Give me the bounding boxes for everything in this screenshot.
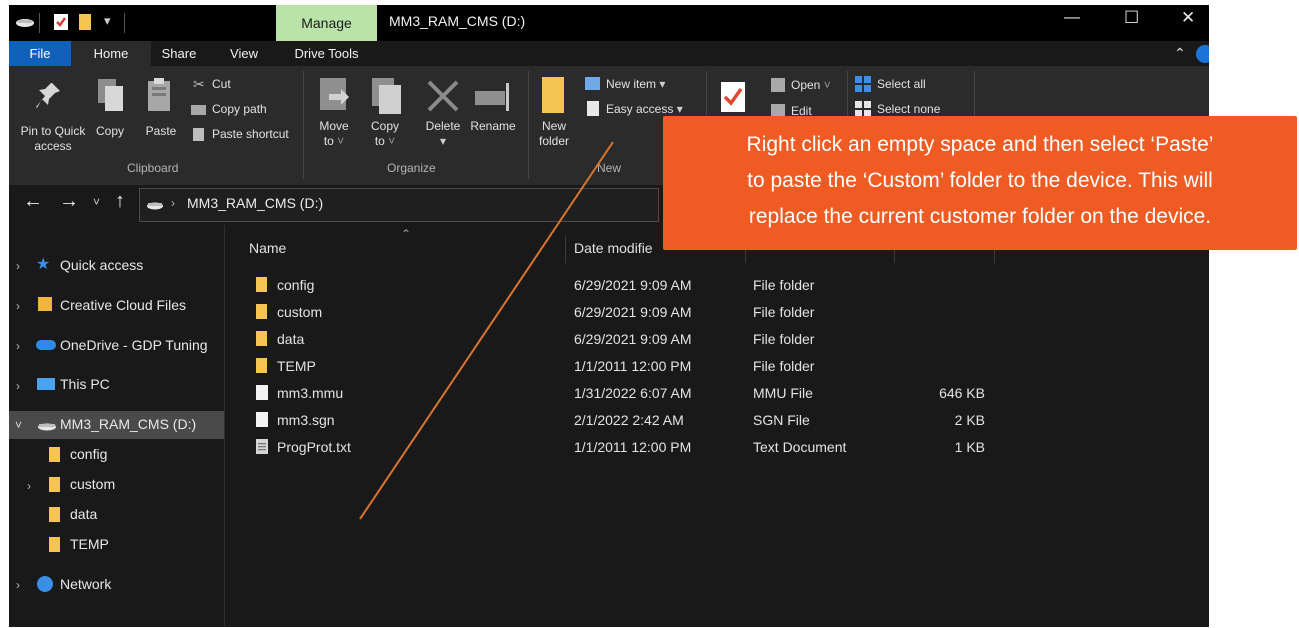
callout-line-1: Right click an empty space and then sele…: [746, 133, 1214, 156]
annotation-pointer-line: [359, 141, 614, 520]
callout-line-2: to paste the ‘Custom’ folder to the devi…: [747, 169, 1213, 192]
callout-line-3: replace the current customer folder on t…: [748, 205, 1212, 228]
instruction-callout: Right click an empty space and then sele…: [663, 116, 1297, 250]
